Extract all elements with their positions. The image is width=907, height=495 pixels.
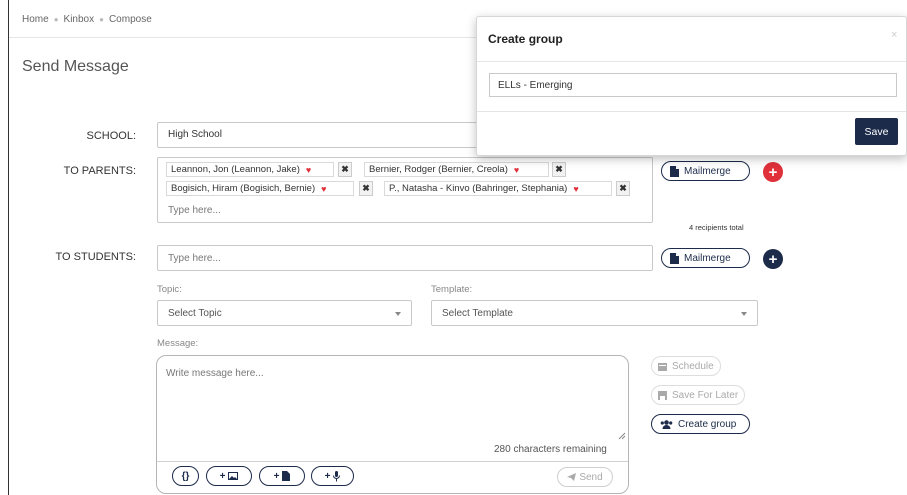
recipient-name: Bernier, Rodger (Bernier, Creola) bbox=[369, 164, 508, 175]
remove-icon[interactable]: ✖ bbox=[552, 162, 566, 177]
heart-icon: ♥ bbox=[573, 183, 579, 194]
breadcrumb-home[interactable]: Home bbox=[22, 14, 49, 25]
recipient-name: P., Natasha - Kinvo (Bahringer, Stephani… bbox=[389, 183, 568, 194]
insert-variable-button[interactable]: {} bbox=[172, 466, 199, 486]
save-icon bbox=[658, 390, 667, 400]
template-select[interactable]: Select Template bbox=[431, 300, 758, 326]
heart-icon: ♥ bbox=[321, 183, 327, 194]
plus-icon: + bbox=[768, 163, 778, 181]
recipients-total: 4 recipients total bbox=[689, 223, 744, 232]
create-group-modal: Create group × ELLs - Emerging Save bbox=[476, 16, 907, 156]
send-label: Send bbox=[579, 471, 603, 483]
mailmerge-label: Mailmerge bbox=[684, 165, 731, 177]
breadcrumb-kinbox[interactable]: Kinbox bbox=[64, 14, 95, 25]
close-icon[interactable]: × bbox=[891, 29, 897, 41]
parents-mailmerge-button[interactable]: Mailmerge bbox=[661, 161, 750, 181]
breadcrumb: Home ● Kinbox ● Compose bbox=[22, 14, 152, 25]
schedule-button[interactable]: Schedule bbox=[651, 356, 721, 376]
plus-icon: + bbox=[768, 250, 778, 268]
left-border bbox=[8, 0, 9, 495]
modal-footer-divider bbox=[477, 111, 906, 112]
add-image-button[interactable]: + bbox=[206, 466, 252, 486]
plus-icon: + bbox=[219, 470, 226, 482]
group-name-input[interactable]: ELLs - Emerging bbox=[489, 73, 897, 97]
breadcrumb-separator: ● bbox=[53, 15, 59, 24]
to-parents-label: TO PARENTS: bbox=[63, 165, 136, 177]
plus-icon: + bbox=[324, 470, 331, 482]
school-label: SCHOOL: bbox=[86, 130, 136, 142]
students-mailmerge-button[interactable]: Mailmerge bbox=[661, 248, 750, 268]
mailmerge-label: Mailmerge bbox=[684, 252, 731, 264]
create-group-label: Create group bbox=[678, 418, 737, 430]
save-button[interactable]: Save bbox=[855, 118, 898, 145]
save-for-later-label: Save For Later bbox=[672, 389, 739, 401]
save-for-later-button[interactable]: Save For Later bbox=[651, 385, 746, 405]
recipient-chip: Bogisich, Hiram (Bogisich, Bernie) ♥ bbox=[166, 181, 354, 196]
recipient-name: Leannon, Jon (Leannon, Jake) bbox=[171, 164, 300, 175]
recipient-chip: P., Natasha - Kinvo (Bahringer, Stephani… bbox=[384, 181, 612, 196]
topic-value: Select Topic bbox=[168, 307, 222, 319]
breadcrumb-compose: Compose bbox=[108, 14, 152, 25]
calendar-icon bbox=[658, 362, 667, 371]
create-group-button[interactable]: Create group bbox=[651, 414, 750, 434]
send-icon bbox=[567, 473, 577, 481]
recipient-name: Bogisich, Hiram (Bogisich, Bernie) bbox=[171, 183, 316, 194]
template-label: Template: bbox=[431, 284, 473, 295]
add-file-button[interactable]: + bbox=[259, 466, 305, 486]
file-icon bbox=[670, 252, 679, 264]
recipient-chip: Bernier, Rodger (Bernier, Creola) ♥ bbox=[364, 162, 549, 177]
chevron-down-icon bbox=[741, 312, 747, 316]
users-icon bbox=[660, 419, 673, 429]
to-parents-input[interactable]: Type here... bbox=[168, 205, 221, 216]
topic-select[interactable]: Select Topic bbox=[157, 300, 412, 326]
message-input[interactable]: Write message here... bbox=[166, 368, 264, 379]
modal-title: Create group bbox=[488, 32, 563, 46]
image-icon bbox=[228, 472, 239, 480]
message-toolbar-divider bbox=[157, 461, 628, 462]
chevron-down-icon bbox=[395, 312, 401, 316]
resize-handle-icon[interactable] bbox=[618, 432, 626, 440]
add-audio-button[interactable]: + bbox=[311, 466, 354, 486]
to-students-label: TO STUDENTS: bbox=[55, 251, 136, 263]
remove-icon[interactable]: ✖ bbox=[359, 181, 373, 196]
schedule-label: Schedule bbox=[672, 360, 714, 372]
remove-icon[interactable]: ✖ bbox=[616, 181, 630, 196]
mic-icon bbox=[333, 470, 341, 481]
file-icon bbox=[282, 471, 291, 481]
plus-icon: + bbox=[273, 470, 280, 482]
file-icon bbox=[670, 165, 679, 177]
to-students-input: Type here... bbox=[168, 253, 221, 264]
add-parents-button[interactable]: + bbox=[763, 162, 783, 182]
topic-label: Topic: bbox=[157, 284, 182, 295]
message-label: Message: bbox=[157, 338, 199, 349]
heart-icon: ♥ bbox=[513, 164, 520, 175]
chars-remaining: 280 characters remaining bbox=[494, 444, 607, 455]
page-title: Send Message bbox=[22, 58, 129, 75]
add-students-button[interactable]: + bbox=[763, 249, 783, 269]
modal-header-divider bbox=[477, 61, 906, 62]
breadcrumb-separator: ● bbox=[99, 15, 104, 24]
send-button[interactable]: Send bbox=[557, 467, 613, 487]
template-value: Select Template bbox=[442, 307, 513, 319]
remove-icon[interactable]: ✖ bbox=[338, 162, 352, 177]
braces-icon: {} bbox=[181, 470, 190, 482]
to-students-field[interactable]: Type here... bbox=[157, 245, 653, 271]
heart-icon: ♥ bbox=[305, 164, 312, 175]
recipient-chip: Leannon, Jon (Leannon, Jake) ♥ bbox=[166, 162, 334, 177]
